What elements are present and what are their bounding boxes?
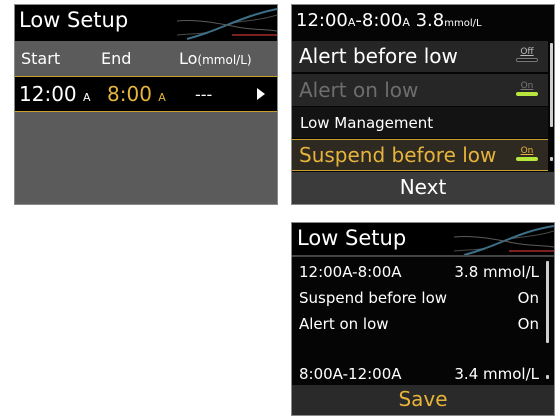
right-arrow-icon <box>257 88 265 100</box>
scrollbar[interactable] <box>550 43 553 127</box>
review-alert-on-low: Alert on low <box>299 315 389 333</box>
review-suspend-before-low: Suspend before low <box>299 289 448 307</box>
header-end-time: -8:00 <box>355 10 403 31</box>
title-bar: Low Setup <box>15 5 277 41</box>
toggle-state-label: On <box>520 81 534 91</box>
header-start-time: 12:00 <box>296 10 348 31</box>
review-segment-1-value: 3.8 mmol/L <box>454 263 539 281</box>
toggle-on-bar <box>516 157 538 161</box>
toggle-state-label: On <box>520 146 534 156</box>
review-suspend-before-low-value: On <box>517 289 539 307</box>
suspend-before-low-label: Suspend before low <box>299 143 497 167</box>
end-time-suffix: A <box>158 91 166 104</box>
alert-before-low-label: Alert before low <box>299 44 458 68</box>
segment-header: 12:00A-8:00A 3.8mmol/L <box>296 10 482 31</box>
alert-before-low-item[interactable]: Alert before low Off <box>292 41 548 72</box>
scrollbar[interactable] <box>546 261 549 343</box>
column-header-lo-label: Lo <box>179 49 198 68</box>
alert-on-low-toggle: On <box>516 81 538 96</box>
review-segment-2-value: 3.4 mmol/L <box>454 365 539 383</box>
low-management-section-header: Low Management <box>292 107 548 138</box>
segment-start-time: 12:00 A <box>19 82 91 106</box>
segment-end-time: 8:00 A <box>107 82 166 106</box>
time-segment-row[interactable]: 12:00 A 8:00 A --- <box>15 76 277 112</box>
review-segment-2-time: 8:00A-12:00A <box>299 365 402 383</box>
start-time-value: 12:00 <box>19 82 77 106</box>
title-bar: Low Setup <box>292 223 554 257</box>
save-button-label: Save <box>398 387 448 411</box>
screen-title: Low Setup <box>19 8 129 32</box>
toggle-state-label: Off <box>520 47 534 57</box>
low-setup-screen-list: Low Setup Start End Lo(mmol/L) 12:00 A 8… <box>14 4 278 205</box>
alert-before-low-toggle[interactable]: Off <box>516 47 538 62</box>
header-lo-unit: mmol/L <box>444 18 482 29</box>
low-setup-screen-options: 12:00A-8:00A 3.8mmol/L Alert before low … <box>291 4 555 205</box>
toggle-on-bar <box>516 92 538 96</box>
toggle-off-bar <box>516 58 538 62</box>
section-label: Low Management <box>300 114 434 132</box>
suspend-before-low-item[interactable]: Suspend before low On <box>292 139 548 171</box>
header-end-suffix: A <box>402 16 410 29</box>
review-segment-1-time: 12:00A-8:00A <box>299 263 402 281</box>
segment-lo-value: --- <box>195 85 213 104</box>
review-alert-on-low-value: On <box>517 315 539 333</box>
suspend-before-low-toggle[interactable]: On <box>516 146 538 161</box>
column-header-lo: Lo(mmol/L) <box>179 49 252 68</box>
next-button-label: Next <box>399 175 447 199</box>
alert-on-low-label: Alert on low <box>299 78 419 102</box>
screen-title: Low Setup <box>297 226 407 250</box>
start-time-suffix: A <box>83 91 91 104</box>
end-time-value: 8:00 <box>107 82 152 106</box>
alert-on-low-item: Alert on low On <box>292 74 548 106</box>
save-button[interactable]: Save <box>292 385 554 415</box>
column-header-start: Start <box>21 49 61 68</box>
scrollbar-end-marker <box>546 375 549 379</box>
low-setup-screen-review: Low Setup 12:00A-8:00A 3.8 mmol/L Suspen… <box>291 222 555 416</box>
column-header-end: End <box>101 49 132 68</box>
title-divider <box>292 255 554 257</box>
scrollbar-end-marker <box>550 157 553 161</box>
column-header-lo-unit: (mmol/L) <box>197 53 252 67</box>
sensor-graph-icon <box>177 8 277 40</box>
sensor-graph-icon <box>454 225 554 256</box>
header-lo-value: 3.8 <box>415 10 445 31</box>
next-button[interactable]: Next <box>292 172 554 204</box>
